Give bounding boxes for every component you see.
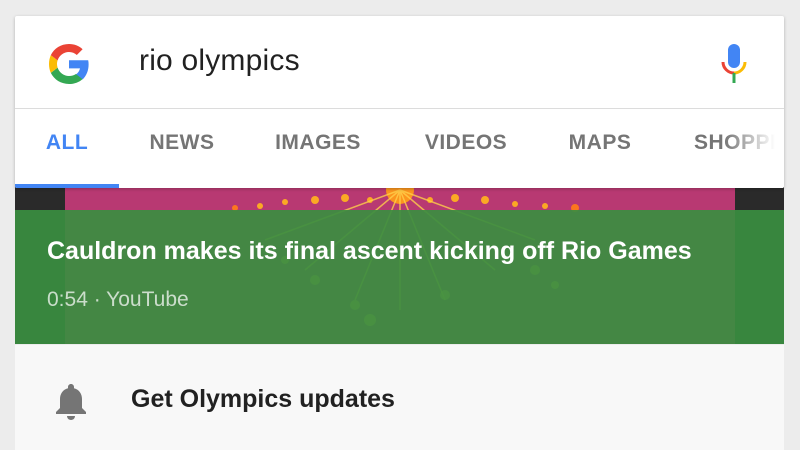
search-tabs: ALL NEWS IMAGES VIDEOS MAPS SHOPPI xyxy=(15,109,784,188)
tab-overflow-fade xyxy=(724,109,784,188)
tab-all[interactable]: ALL xyxy=(15,109,119,188)
bell-icon xyxy=(56,384,86,420)
search-query[interactable]: rio olympics xyxy=(139,44,300,78)
video-title[interactable]: Cauldron makes its final ascent kicking … xyxy=(47,237,692,266)
active-tab-indicator xyxy=(15,184,119,188)
tab-images[interactable]: IMAGES xyxy=(265,109,371,188)
search-card: rio olympics ALL NEWS IMAGES VIDEOS MAPS… xyxy=(15,16,784,188)
search-results-page: Cauldron makes its final ascent kicking … xyxy=(0,0,800,450)
google-logo-icon[interactable] xyxy=(45,40,93,88)
tab-news[interactable]: NEWS xyxy=(137,109,227,188)
microphone-icon[interactable] xyxy=(719,42,749,86)
updates-label[interactable]: Get Olympics updates xyxy=(131,385,395,414)
tab-videos[interactable]: VIDEOS xyxy=(414,109,518,188)
olympics-updates-card[interactable]: Get Olympics updates xyxy=(15,345,784,450)
video-caption-overlay xyxy=(15,210,784,344)
video-meta: 0:54 · YouTube xyxy=(47,288,189,311)
search-bar[interactable]: rio olympics xyxy=(15,16,784,109)
tab-maps[interactable]: MAPS xyxy=(557,109,643,188)
